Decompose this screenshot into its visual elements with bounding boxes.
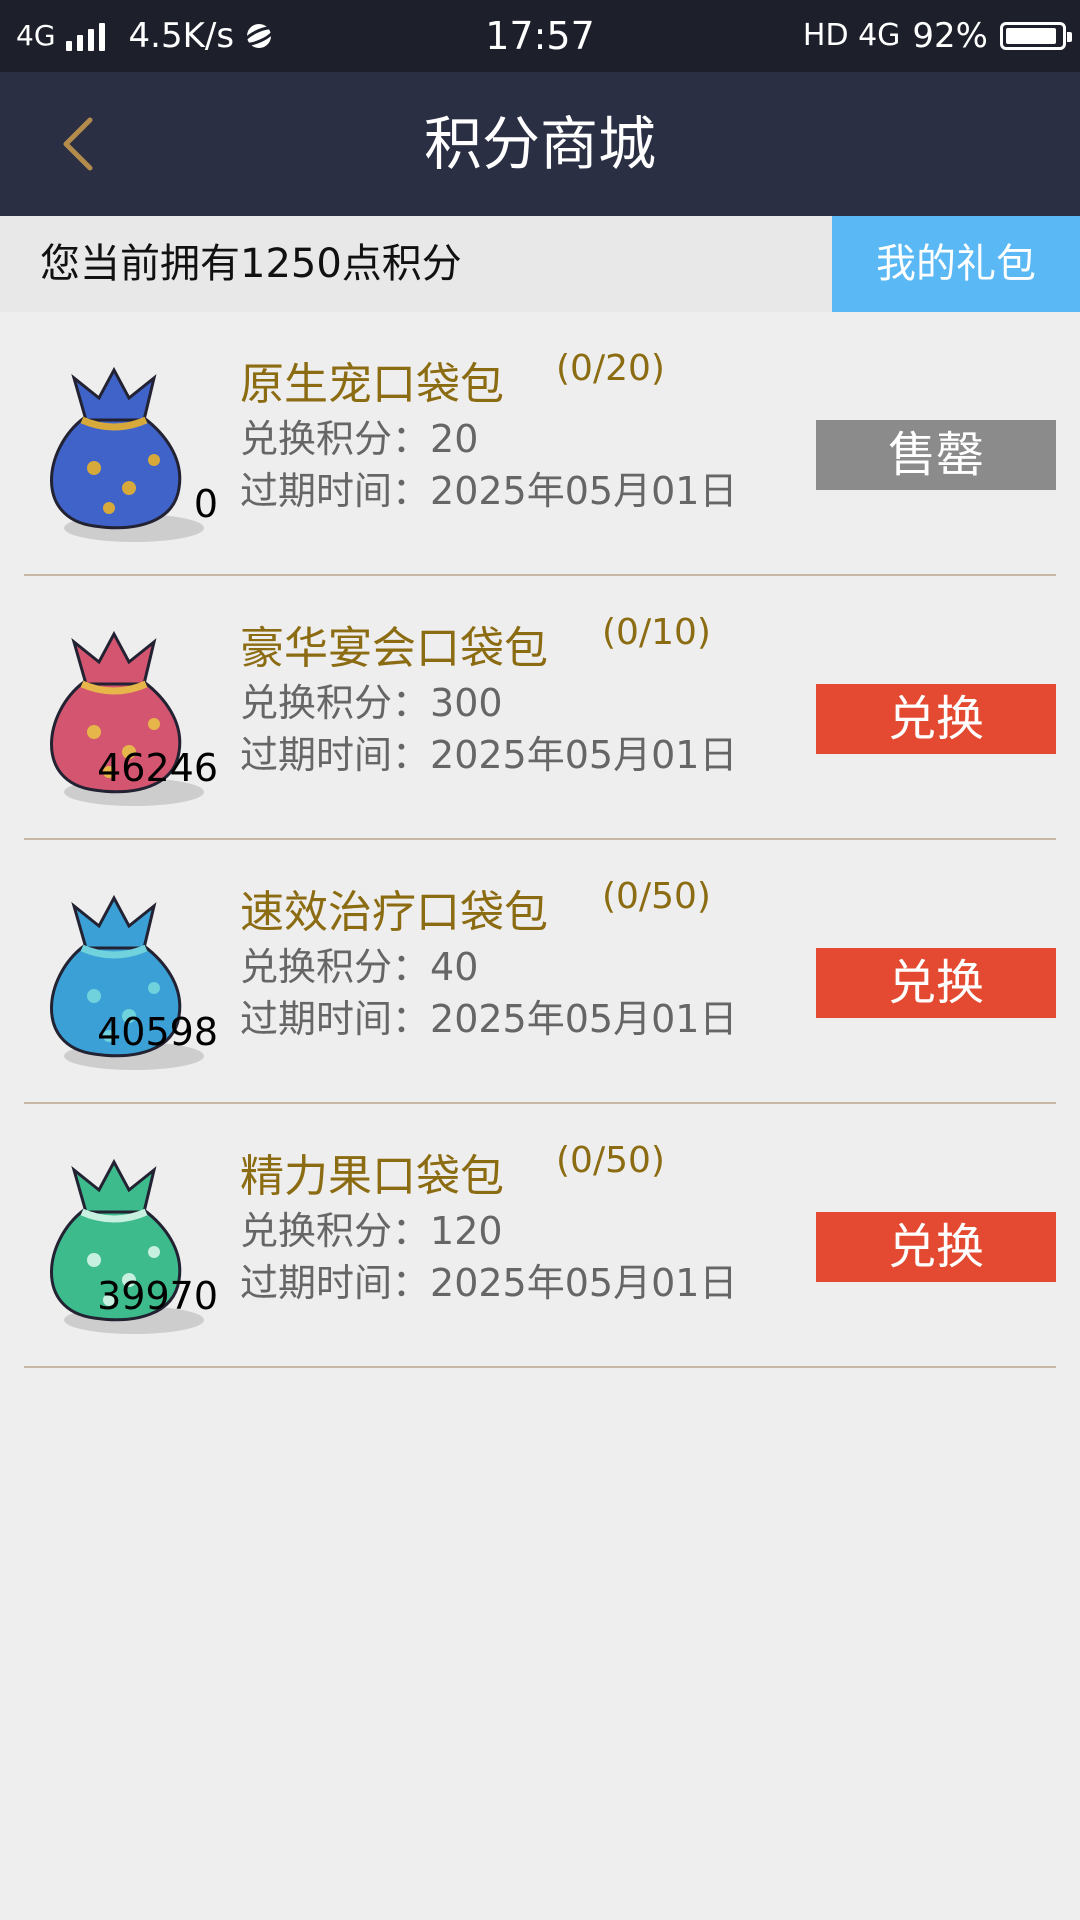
battery-percent: 92% — [912, 16, 988, 56]
item-price: 兑换积分：300 — [240, 672, 503, 727]
expire-value: 2025年05月01日 — [430, 1261, 738, 1305]
item-count: 39970 — [97, 1274, 218, 1318]
list-item: 0 原生宠口袋包 (0/20) 兑换积分：20 过期时间：2025年05月01日 售罄 — [0, 312, 1080, 576]
my-gifts-button[interactable]: 我的礼包 — [832, 216, 1080, 312]
price-value: 300 — [430, 681, 503, 725]
item-price: 兑换积分：120 — [240, 1200, 503, 1255]
item-name: 原生宠口袋包 — [240, 359, 504, 410]
divider — [24, 1366, 1056, 1368]
price-value: 20 — [430, 417, 479, 461]
expire-label: 过期时间： — [240, 733, 431, 777]
item-limit: (0/50) — [556, 1140, 665, 1181]
item-expire: 过期时间：2025年05月01日 — [240, 988, 737, 1043]
price-label: 兑换积分： — [240, 417, 431, 461]
item-limit: (0/10) — [602, 612, 711, 653]
item-expire: 过期时间：2025年05月01日 — [240, 1252, 737, 1307]
expire-label: 过期时间： — [240, 469, 431, 513]
item-name: 豪华宴会口袋包 — [240, 623, 548, 674]
item-name: 速效治疗口袋包 — [240, 887, 548, 938]
item-list: 0 原生宠口袋包 (0/20) 兑换积分：20 过期时间：2025年05月01日 售罄 46… — [0, 312, 1080, 1368]
status-bar: 4G 4.5K/s 17:57 HD 4G 92% — [0, 0, 1080, 72]
item-limit: (0/20) — [556, 348, 665, 389]
expire-value: 2025年05月01日 — [430, 997, 738, 1041]
item-count: 40598 — [97, 1010, 218, 1054]
item-count: 0 — [193, 482, 218, 526]
page-title: 积分商城 — [423, 110, 656, 178]
item-image — [14, 348, 214, 548]
item-count: 46246 — [97, 746, 218, 790]
expire-label: 过期时间： — [240, 1261, 431, 1305]
list-item: 39970 精力果口袋包 (0/50) 兑换积分：120 过期时间：2025年05月01… — [0, 1104, 1080, 1368]
redeem-button[interactable]: 兑换 — [816, 1212, 1056, 1282]
points-balance: 您当前拥有1250点积分 — [40, 241, 462, 287]
item-name: 精力果口袋包 — [240, 1151, 504, 1202]
item-price: 兑换积分：40 — [240, 936, 478, 991]
hd-network: HD 4G — [802, 18, 901, 53]
price-label: 兑换积分： — [240, 1209, 431, 1253]
points-bar: 您当前拥有1250点积分 我的礼包 — [0, 216, 1080, 312]
sold-out-button[interactable]: 售罄 — [816, 420, 1056, 490]
status-right: HD 4G 92% — [802, 0, 1072, 72]
nav-bar: 积分商城 — [0, 72, 1080, 216]
item-limit: (0/50) — [602, 876, 711, 917]
list-item: 40598 速效治疗口袋包 (0/50) 兑换积分：40 过期时间：2025年05月01… — [0, 840, 1080, 1104]
expire-value: 2025年05月01日 — [430, 733, 738, 777]
item-expire: 过期时间：2025年05月01日 — [240, 724, 737, 779]
price-value: 120 — [430, 1209, 503, 1253]
price-value: 40 — [430, 945, 479, 989]
expire-value: 2025年05月01日 — [430, 469, 738, 513]
redeem-button[interactable]: 兑换 — [816, 684, 1056, 754]
price-label: 兑换积分： — [240, 681, 431, 725]
item-expire: 过期时间：2025年05月01日 — [240, 460, 737, 515]
battery-icon — [1000, 22, 1072, 50]
price-label: 兑换积分： — [240, 945, 431, 989]
redeem-button[interactable]: 兑换 — [816, 948, 1056, 1018]
list-item: 46246 豪华宴会口袋包 (0/10) 兑换积分：300 过期时间：2025年05月0… — [0, 576, 1080, 840]
expire-label: 过期时间： — [240, 997, 431, 1041]
item-price: 兑换积分：20 — [240, 408, 478, 463]
battery-fill — [1006, 28, 1056, 44]
pouch-icon — [50, 366, 204, 542]
